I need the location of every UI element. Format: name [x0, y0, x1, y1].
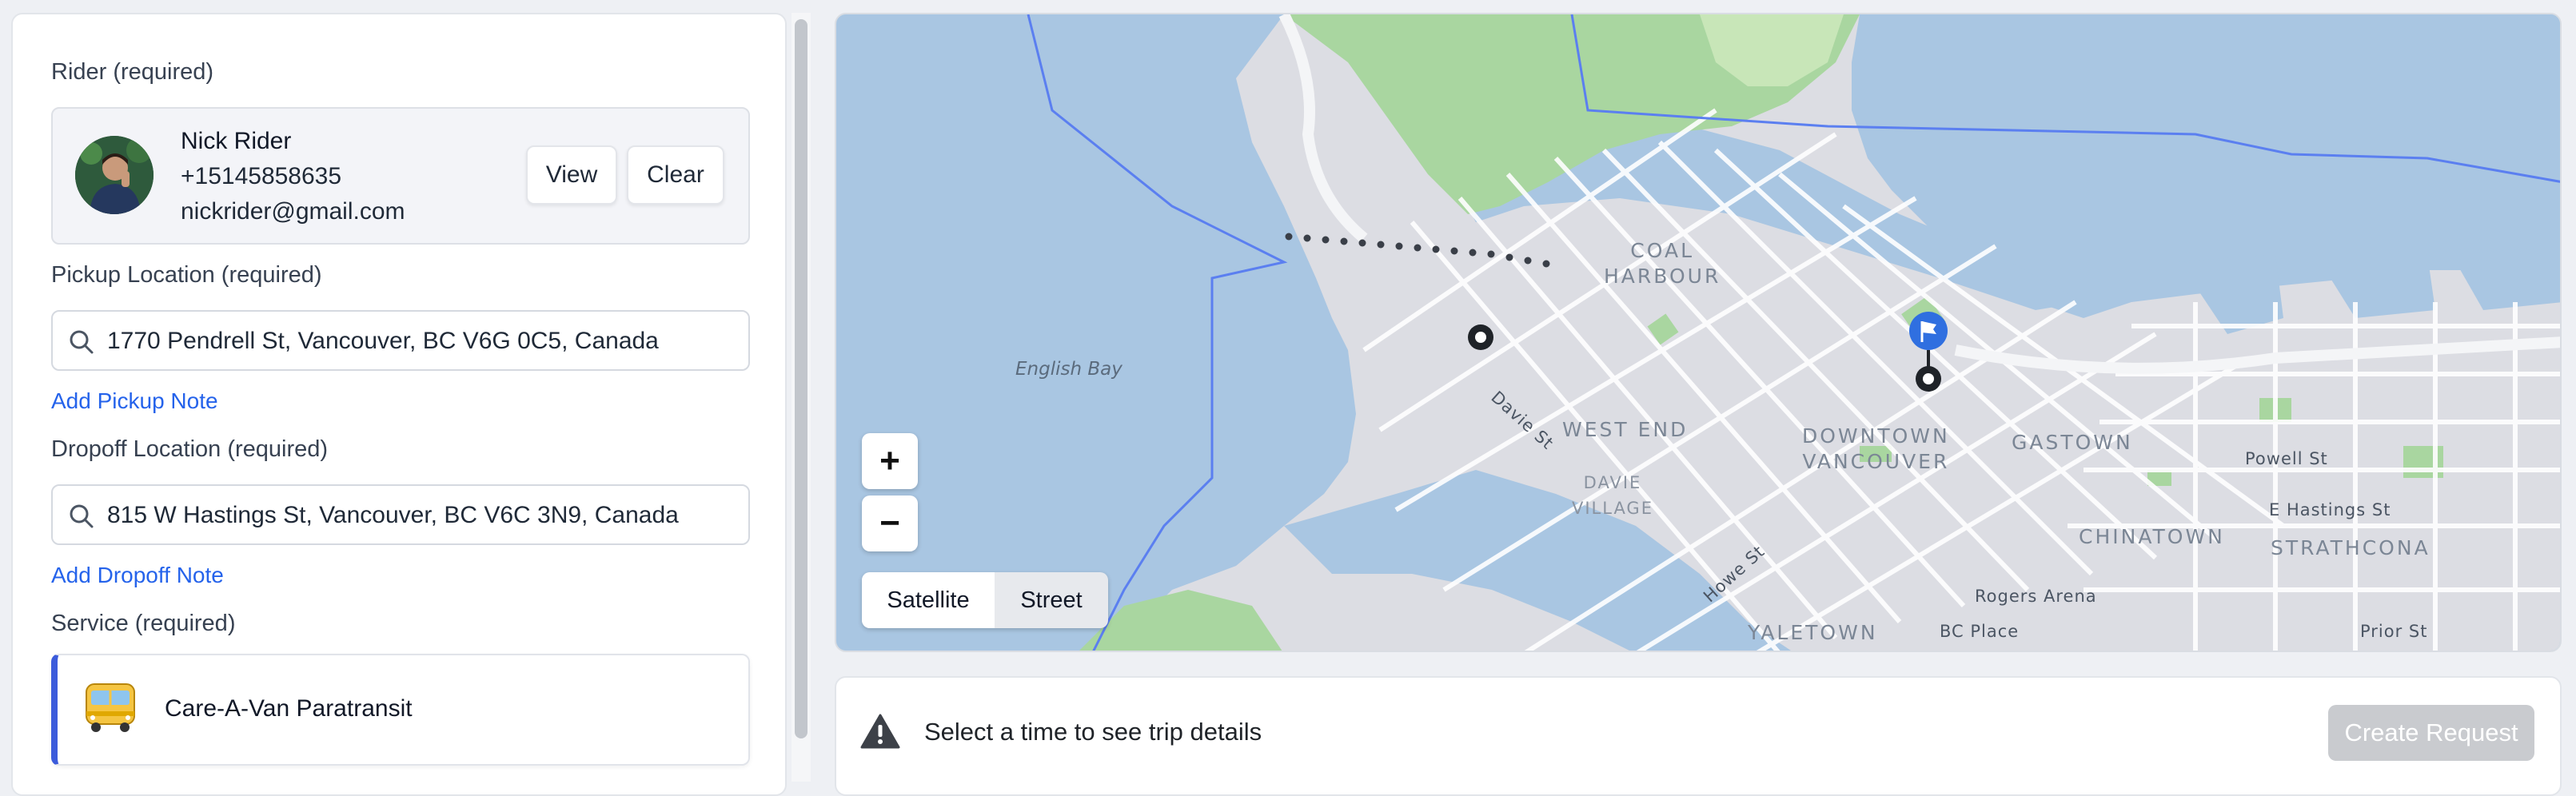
map-label-davie-village: DAVIE VILLAGE: [1572, 473, 1653, 518]
search-icon: [70, 504, 94, 528]
service-option-care-a-van[interactable]: Care-A-Van Paratransit: [51, 654, 750, 766]
pickup-location-value: 1770 Pendrell St, Vancouver, BC V6G 0C5,…: [107, 328, 659, 354]
map-label-downtown: DOWNTOWN VANCOUVER: [1802, 424, 1950, 473]
pickup-location-input[interactable]: 1770 Pendrell St, Vancouver, BC V6G 0C5,…: [51, 310, 750, 371]
trip-details-message: Select a time to see trip details: [924, 718, 1262, 746]
rider-card: Nick Rider +15145858635 nickrider@gmail.…: [51, 107, 750, 245]
pickup-label: Pickup Location (required): [51, 262, 322, 288]
clear-rider-button[interactable]: Clear: [627, 145, 724, 205]
warning-icon: [860, 714, 900, 749]
map-label-yaletown: YALETOWN: [1748, 621, 1878, 644]
rider-label: Rider (required): [51, 59, 214, 85]
map-label-strathcona: STRATHCONA: [2271, 536, 2430, 559]
add-pickup-note-link[interactable]: Add Pickup Note: [51, 388, 218, 414]
zoom-in-button[interactable]: +: [862, 433, 918, 489]
map-label-powell-st: Powell St: [2245, 449, 2328, 468]
search-icon: [70, 330, 94, 354]
map-label-rogers-arena: Rogers Arena: [1975, 587, 2097, 606]
map-label-e-hastings-st: E Hastings St: [2269, 500, 2391, 519]
trip-form-panel: Rider (required) Nick Rider +15145858635…: [11, 13, 787, 796]
map-label-prior-st: Prior St: [2360, 622, 2428, 641]
map-label-gastown: GASTOWN: [2012, 431, 2133, 454]
rider-name: Nick Rider: [181, 128, 292, 154]
map-label-bc-place: BC Place: [1940, 622, 2020, 641]
trip-details-bar: Select a time to see trip details Create…: [835, 676, 2562, 796]
add-dropoff-note-link[interactable]: Add Dropoff Note: [51, 563, 224, 588]
dropoff-label: Dropoff Location (required): [51, 436, 329, 462]
map-label-west-end: WEST END: [1562, 418, 1689, 441]
service-name: Care-A-Van Paratransit: [165, 695, 413, 722]
satellite-layer-button[interactable]: Satellite: [862, 572, 995, 628]
zoom-out-button[interactable]: −: [862, 496, 918, 551]
pickup-marker-icon[interactable]: [1466, 323, 1495, 352]
map-label-english-bay: English Bay: [1015, 359, 1123, 380]
map-view[interactable]: COAL HARBOUR WEST END DAVIE VILLAGE DOWN…: [835, 13, 2562, 652]
view-rider-button[interactable]: View: [526, 145, 617, 205]
map-label-chinatown: CHINATOWN: [2079, 525, 2225, 548]
rider-phone: +15145858635: [181, 163, 342, 189]
bus-icon: [86, 683, 135, 732]
street-layer-button[interactable]: Street: [995, 572, 1108, 628]
map-label-coal-harbour: COAL HARBOUR: [1604, 239, 1721, 288]
dropoff-location-value: 815 W Hastings St, Vancouver, BC V6C 3N9…: [107, 502, 679, 528]
service-label: Service (required): [51, 611, 236, 636]
dropoff-location-input[interactable]: 815 W Hastings St, Vancouver, BC V6C 3N9…: [51, 484, 750, 545]
create-request-button[interactable]: Create Request: [2328, 705, 2534, 761]
scrollbar-thumb[interactable]: [795, 19, 807, 738]
dropoff-flag-marker-icon[interactable]: [1908, 310, 1949, 396]
rider-email: nickrider@gmail.com: [181, 198, 405, 225]
avatar: [75, 136, 154, 214]
map-layer-toggle: Satellite Street: [862, 572, 1108, 628]
